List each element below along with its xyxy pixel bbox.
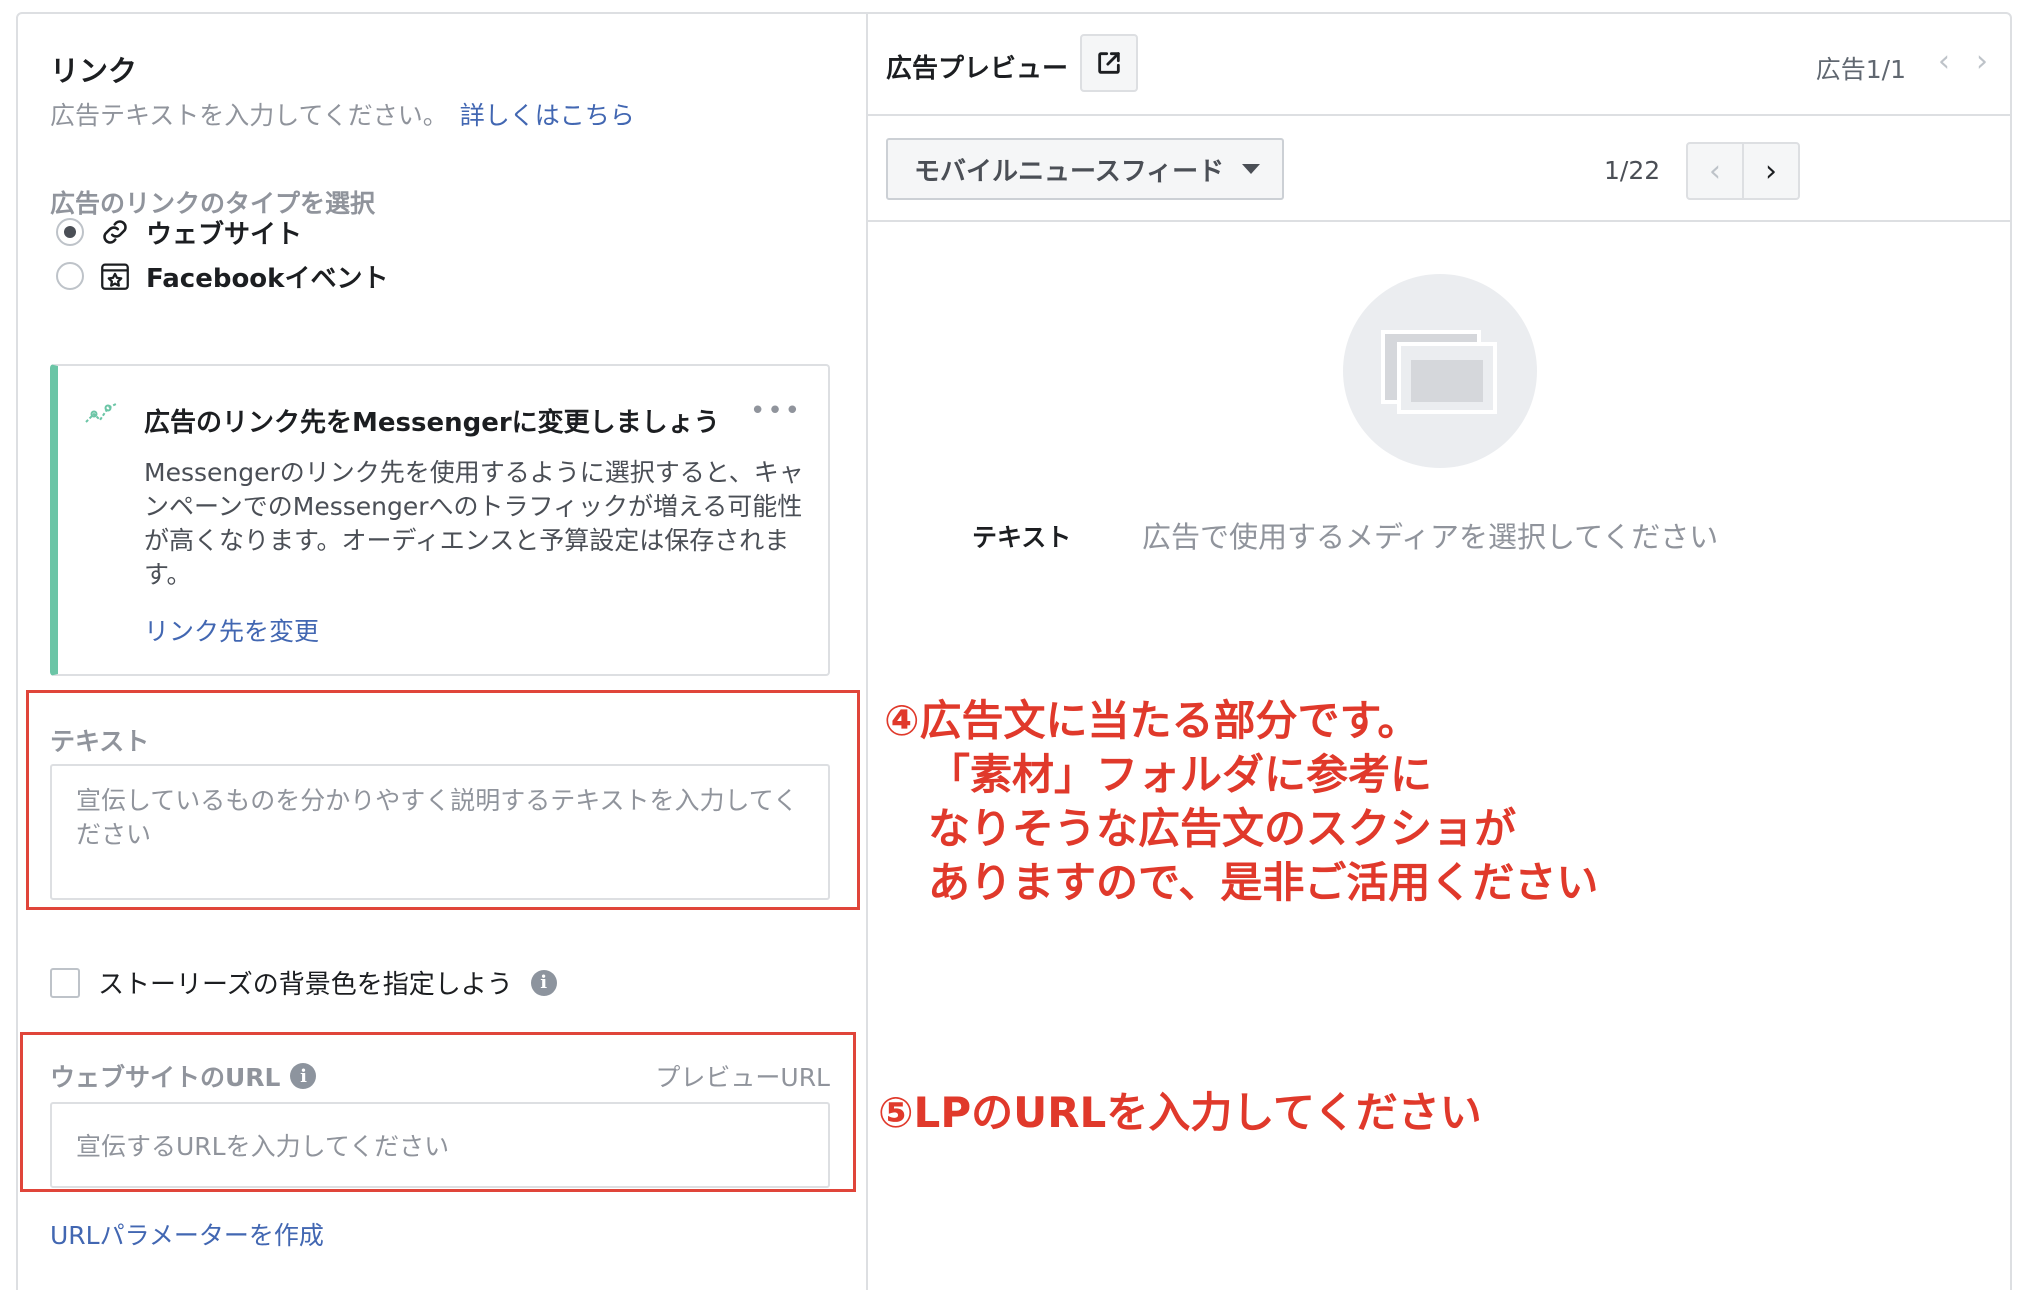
section-subtitle: 広告テキストを入力してください。 詳しくはこちら xyxy=(50,96,635,132)
placement-page-count: 1/22 xyxy=(1604,156,1661,185)
change-destination-link[interactable]: リンク先を変更 xyxy=(144,612,319,648)
annotation-box-text xyxy=(26,690,860,910)
preview-header: 広告プレビュー 広告1/1 ‹ › xyxy=(868,12,2012,116)
learn-more-link[interactable]: 詳しくはこちら xyxy=(460,101,635,130)
radio-facebook-event-label: Facebookイベント xyxy=(146,263,389,294)
preview-text-label: テキスト xyxy=(972,523,1072,552)
build-url-parameters-link[interactable]: URLパラメーターを作成 xyxy=(50,1216,324,1252)
subtitle-text: 広告テキストを入力してください。 xyxy=(50,101,448,130)
story-background-label: ストーリーズの背景色を指定しよう xyxy=(98,970,513,1000)
link-icon xyxy=(103,220,127,244)
info-icon[interactable]: i xyxy=(530,969,557,996)
radio-button[interactable] xyxy=(56,262,84,290)
external-link-icon xyxy=(1098,52,1120,74)
caret-down-icon xyxy=(1242,164,1261,174)
ad-preview-panel: 広告プレビュー 広告1/1 ‹ › モバイルニュースフィード 1/22 ‹ › … xyxy=(866,12,2012,1290)
preview-title: 広告プレビュー xyxy=(886,54,1069,84)
radio-website[interactable]: ウェブサイト xyxy=(56,214,302,250)
preview-toolbar: モバイルニュースフィード 1/22 ‹ › xyxy=(868,116,2012,222)
media-hint: 広告で使用するメディアを選択してください xyxy=(1142,520,1719,554)
placement-value: モバイルニュースフィード xyxy=(914,156,1225,187)
radio-button-selected[interactable] xyxy=(56,218,84,246)
trend-line-icon xyxy=(85,403,117,423)
section-title: リンク xyxy=(50,54,138,88)
open-external-button[interactable] xyxy=(1080,34,1138,92)
event-star-icon xyxy=(101,263,129,290)
radio-website-label: ウェブサイト xyxy=(146,219,303,250)
story-background-option: ストーリーズの背景色を指定しよう i xyxy=(50,964,557,1001)
placement-dropdown[interactable]: モバイルニュースフィード xyxy=(886,138,1284,200)
card-title: 広告のリンク先をMessengerに変更しましょう xyxy=(144,408,720,438)
ad-count: 広告1/1 xyxy=(1815,55,1906,84)
radio-facebook-event[interactable]: Facebookイベント xyxy=(56,258,388,294)
media-image-icon xyxy=(1381,330,1497,414)
prev-placement-button[interactable]: ‹ xyxy=(1686,142,1744,200)
next-placement-button[interactable]: › xyxy=(1742,142,1800,200)
more-options-icon[interactable]: ••• xyxy=(750,396,802,426)
annotation-box-url xyxy=(20,1032,856,1192)
next-ad-chevron-icon[interactable]: › xyxy=(1976,44,1988,79)
media-placeholder[interactable] xyxy=(1343,274,1537,468)
card-body: Messengerのリンク先を使用するように選択すると、キャンペーンでのMess… xyxy=(144,458,804,589)
story-background-checkbox[interactable] xyxy=(50,967,80,998)
messenger-suggestion-card: 広告のリンク先をMessengerに変更しましょう ••• Messengerの… xyxy=(50,364,830,676)
prev-ad-chevron-icon[interactable]: ‹ xyxy=(1938,44,1950,79)
